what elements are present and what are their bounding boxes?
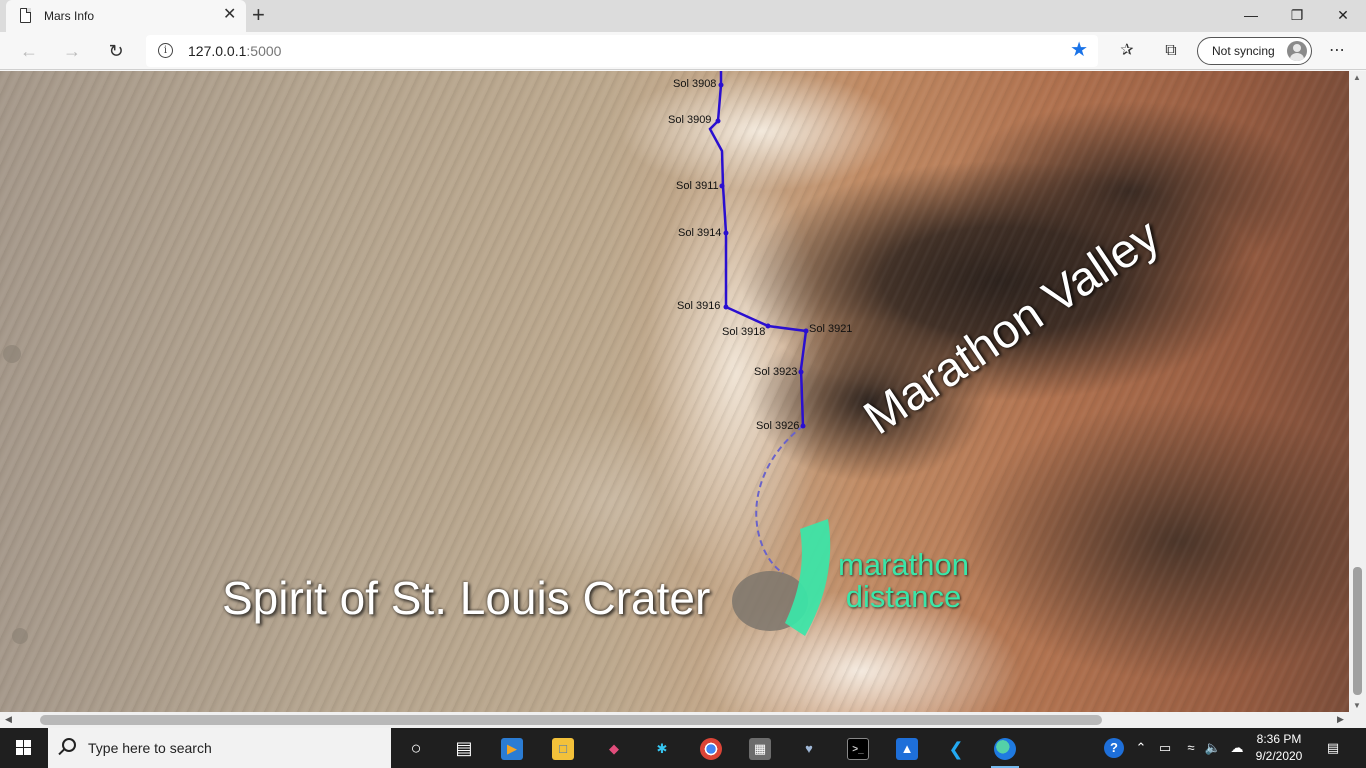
sol-marker [798, 369, 804, 375]
address-bar[interactable]: i 127.0.0.1:5000 ★ [146, 35, 1098, 67]
planned-path [755, 425, 804, 574]
git-app-icon[interactable]: ◆ [596, 732, 632, 764]
pgadmin-icon[interactable]: ♥ [791, 732, 827, 764]
battery-icon[interactable]: ▭ [1154, 728, 1176, 768]
windows-logo-icon [16, 740, 32, 756]
clock-time: 8:36 PM [1256, 732, 1302, 746]
system-clock[interactable]: 8:36 PM 9/2/2020 [1246, 731, 1312, 765]
vertical-scrollbar[interactable]: ▲ ▼ [1349, 71, 1366, 712]
task-view-icon[interactable]: ▤ [446, 732, 482, 764]
scroll-down-arrow-icon[interactable]: ▼ [1353, 701, 1361, 710]
volume-icon[interactable]: 🔈 [1202, 728, 1224, 768]
sol-label: Sol 3911 [676, 180, 719, 192]
search-icon [62, 738, 76, 752]
restore-button[interactable]: ❐ [1274, 0, 1320, 30]
tab-mars-info[interactable]: Mars Info ✕ [6, 0, 246, 32]
sol-label: Sol 3914 [678, 227, 722, 239]
search-placeholder: Type here to search [88, 740, 212, 756]
horizontal-scroll-thumb[interactable] [40, 715, 1102, 725]
sol-marker [723, 304, 729, 310]
wifi-icon[interactable]: ≈ [1180, 728, 1202, 768]
profile-sync-button[interactable]: Not syncing [1197, 37, 1312, 65]
sol-marker [715, 118, 721, 124]
browser-toolbar: ← → ↻ i 127.0.0.1:5000 ★ ✰ ⧉ Not syncing… [0, 32, 1366, 70]
sol-marker [718, 82, 724, 88]
edge-icon[interactable] [987, 732, 1023, 768]
chrome-icon[interactable] [693, 732, 729, 764]
show-hidden-icons-icon[interactable]: ⌃ [1132, 728, 1150, 768]
help-icon[interactable]: ? [1100, 728, 1128, 768]
scrollbar-corner [1349, 712, 1366, 728]
vscode-icon[interactable]: ❮ [938, 732, 974, 764]
photos-icon[interactable]: ▲ [889, 732, 925, 764]
media-app-icon[interactable]: ▶ [494, 732, 530, 764]
tab-strip: Mars Info ✕ + — ❐ ✕ [0, 0, 1366, 32]
minimize-button[interactable]: — [1228, 0, 1274, 30]
sol-label: Sol 3923 [754, 366, 798, 378]
marathon-label-line1: marathon [838, 547, 969, 582]
forward-button[interactable]: → [57, 36, 87, 66]
marathon-label-line2: distance [845, 579, 962, 614]
marathon-distance-label: marathon distance [838, 549, 969, 613]
sol-label: Sol 3916 [677, 300, 721, 312]
vertical-scroll-thumb[interactable] [1353, 567, 1362, 695]
cortana-icon[interactable]: ○ [398, 732, 434, 764]
calculator-icon[interactable]: ▦ [742, 732, 778, 764]
start-button[interactable] [0, 728, 48, 768]
horizontal-scrollbar[interactable]: ◀ ▶ [0, 712, 1349, 728]
sol-label: Sol 3909 [668, 114, 712, 126]
windows-taskbar: Type here to search ○ ▤ ▶ □ ◆ ✱ ▦ ♥ >_ ▲… [0, 728, 1366, 768]
sol-label: Sol 3926 [756, 420, 800, 432]
sol-marker [765, 323, 771, 329]
url-text[interactable]: 127.0.0.1:5000 [188, 43, 281, 59]
new-tab-button[interactable]: + [252, 3, 265, 27]
more-menu-icon[interactable]: ⋯ [1324, 38, 1350, 64]
url-host: 127.0.0.1 [188, 43, 247, 59]
slack-icon[interactable]: ✱ [644, 732, 680, 764]
avatar-icon [1287, 41, 1307, 61]
sync-label: Not syncing [1212, 44, 1275, 58]
small-crater [12, 628, 28, 644]
tab-title: Mars Info [44, 9, 95, 23]
collections-icon[interactable]: ⧉ [1158, 38, 1184, 64]
sol-label: Sol 3908 [673, 78, 717, 90]
favorite-star-icon[interactable]: ★ [1070, 38, 1088, 62]
favorites-icon[interactable]: ✰ [1114, 38, 1140, 64]
file-explorer-icon[interactable]: □ [545, 732, 581, 764]
close-window-button[interactable]: ✕ [1320, 0, 1366, 30]
sol-label: Sol 3921 [809, 323, 853, 335]
url-port: :5000 [246, 43, 282, 59]
small-crater [3, 345, 21, 363]
close-tab-icon[interactable]: ✕ [223, 6, 236, 24]
scroll-left-arrow-icon[interactable]: ◀ [5, 714, 12, 725]
terminal-icon[interactable]: >_ [840, 732, 876, 764]
back-button[interactable]: ← [14, 36, 44, 66]
sol-marker [723, 230, 729, 236]
site-info-icon[interactable]: i [158, 43, 173, 58]
notifications-icon[interactable]: ▤ [1322, 728, 1344, 768]
refresh-button[interactable]: ↻ [101, 36, 131, 66]
onedrive-icon[interactable]: ☁ [1226, 728, 1248, 768]
sol-label: Sol 3918 [722, 326, 766, 338]
page-viewport: Sol 3908 Sol 3909 Sol 3911 Sol 3914 Sol … [0, 71, 1349, 712]
sol-marker [800, 423, 806, 429]
sol-marker [719, 183, 725, 189]
sol-marker [803, 328, 809, 334]
taskbar-search-box[interactable]: Type here to search [48, 728, 391, 768]
crater-label: Spirit of St. Louis Crater [222, 572, 711, 624]
clock-date: 9/2/2020 [1255, 749, 1303, 763]
page-icon [20, 8, 31, 23]
scroll-up-arrow-icon[interactable]: ▲ [1353, 73, 1361, 82]
scroll-right-arrow-icon[interactable]: ▶ [1337, 714, 1344, 725]
